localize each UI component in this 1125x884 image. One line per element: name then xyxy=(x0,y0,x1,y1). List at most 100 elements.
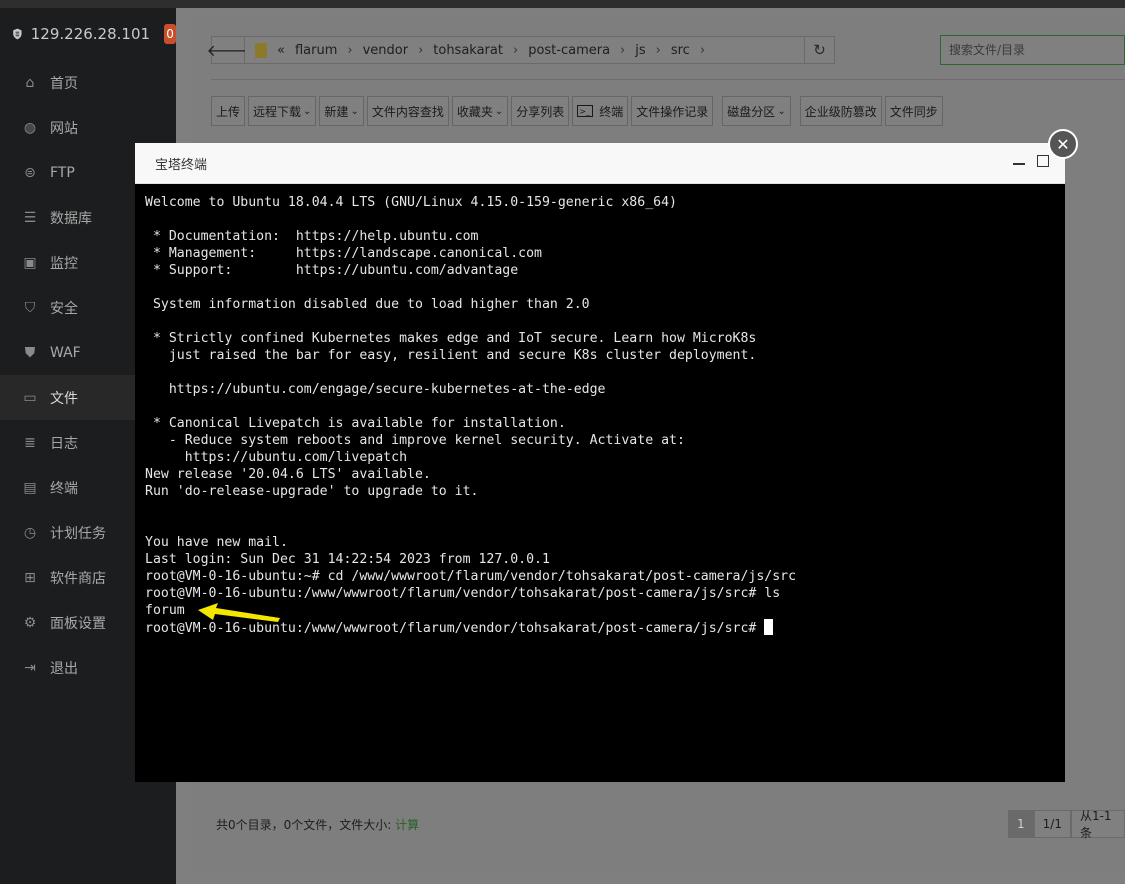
refresh-icon[interactable]: ↻ xyxy=(805,36,835,64)
terminal-line-text: forum xyxy=(145,603,185,618)
pager-item[interactable]: 1/1 xyxy=(1033,810,1071,838)
toolbar-button-7[interactable]: 文件操作记录 xyxy=(631,96,714,126)
sidebar-item-label: 首页 xyxy=(50,75,78,92)
toolbar-button-4[interactable]: 收藏夹 ⌄ xyxy=(451,96,509,126)
chevron-down-icon: ⌄ xyxy=(303,105,312,117)
terminal-icon: ▤ xyxy=(23,479,37,496)
breadcrumb-item[interactable]: tohsakarat xyxy=(433,43,503,58)
home-icon: ⌂ xyxy=(25,74,35,91)
pagination: 1 1/1 从1-1条 xyxy=(1008,809,1125,840)
terminal-line-text: You have new mail. xyxy=(145,535,288,550)
waf-shield-icon: ⛊ xyxy=(24,344,36,361)
gear-icon: ⚙ xyxy=(23,614,37,631)
toolbar-button-label: 上传 xyxy=(216,104,241,119)
terminal-output[interactable]: Welcome to Ubuntu 18.04.4 LTS (GNU/Linux… xyxy=(135,184,1065,782)
terminal-line: * Support: https://ubuntu.com/advantage xyxy=(145,262,1065,279)
maximize-icon[interactable] xyxy=(1037,155,1049,167)
sidebar-header: 129.226.28.101 0 xyxy=(0,8,176,60)
toolbar-button-1[interactable]: 远程下载 ⌄ xyxy=(248,96,317,126)
breadcrumb-items: flarum › vendor › tohsakarat › post-camera › js ›… xyxy=(295,43,715,58)
terminal-line: * Management: https://landscape.canonica… xyxy=(145,245,1065,262)
sidebar-item-label: 安全 xyxy=(50,300,78,317)
file-toolbar: 上传 远程下载 ⌄ 新建 ⌄ 文件内容查找 收藏夹 ⌄ 分享列表 >_ 终端 文件操作记录 磁盘分区 ⌄ 企… xyxy=(211,96,946,126)
sidebar-item-label: WAF xyxy=(50,344,81,361)
folder-icon: ▭ xyxy=(23,389,37,406)
file-summary: 共0个目录，0个文件，文件大小: 计算 xyxy=(216,816,419,833)
close-icon[interactable]: ✕ xyxy=(1048,129,1078,159)
yellow-arrow-icon xyxy=(198,603,280,622)
terminal-line-text: just raised the bar for easy, resilient … xyxy=(145,348,757,363)
toolbar-button-label: 收藏夹 xyxy=(456,104,493,119)
toolbar-button-label: 分享列表 xyxy=(516,104,565,119)
terminal-line: https://ubuntu.com/livepatch xyxy=(145,449,1065,466)
terminal-line-text: System information disabled due to load … xyxy=(145,297,590,312)
chevron-right-icon: › xyxy=(655,42,661,58)
terminal-line: Welcome to Ubuntu 18.04.4 LTS (GNU/Linux… xyxy=(145,194,1065,211)
sidebar-item-label: 软件商店 xyxy=(50,570,106,587)
terminal-line: root@VM-0-16-ubuntu:/www/wwwroot/flarum/… xyxy=(145,619,1065,636)
search-input[interactable]: 搜索文件/目录 xyxy=(940,35,1125,65)
sidebar-item-0[interactable]: ⌂ 首页 xyxy=(0,60,176,105)
toolbar-button-label: 文件操作记录 xyxy=(636,104,709,119)
notification-badge[interactable]: 0 xyxy=(164,24,176,44)
toolbar-button-6[interactable]: >_ 终端 xyxy=(572,96,629,126)
double-chevron-left-icon[interactable]: « xyxy=(277,43,285,58)
terminal-line-text: * Documentation: https://help.ubuntu.com xyxy=(145,229,479,244)
terminal-line: You have new mail. xyxy=(145,534,1065,551)
terminal-line: - Reduce system reboots and improve kern… xyxy=(145,432,1065,449)
toolbar-button-0[interactable]: 上传 xyxy=(211,96,246,126)
terminal-line-text: - Reduce system reboots and improve kern… xyxy=(145,433,685,448)
terminal-line: System information disabled due to load … xyxy=(145,296,1065,313)
terminal-line-text: Last login: Sun Dec 31 14:22:54 2023 fro… xyxy=(145,552,550,567)
terminal-line: Last login: Sun Dec 31 14:22:54 2023 fro… xyxy=(145,551,1065,568)
pager-item[interactable]: 1 xyxy=(1008,810,1034,838)
toolbar-button-10[interactable]: 文件同步 xyxy=(884,96,943,126)
sidebar-item-label: 面板设置 xyxy=(50,615,106,632)
breadcrumb-item[interactable]: src xyxy=(671,43,690,58)
chevron-down-icon: ⌄ xyxy=(494,105,504,117)
terminal-line: * Canonical Livepatch is available for i… xyxy=(145,415,1065,432)
calculate-link[interactable]: 计算 xyxy=(395,818,419,832)
sidebar-item-label: 计划任务 xyxy=(50,525,106,542)
chevron-down-icon: ⌄ xyxy=(350,105,359,117)
chevron-right-icon: › xyxy=(418,42,424,58)
breadcrumb: « flarum › vendor › tohsakarat › post-camera › j… xyxy=(245,36,805,64)
modal-title: 宝塔终端 xyxy=(155,157,208,173)
terminal-modal: 宝塔终端 Welcome to Ubuntu 18.04.4 LTS (GNU/… xyxy=(135,143,1065,782)
breadcrumb-item[interactable]: vendor xyxy=(363,43,408,58)
toolbar-button-3[interactable]: 文件内容查找 xyxy=(366,96,449,126)
sidebar-item-label: FTP xyxy=(50,164,75,181)
terminal-line-text: * Canonical Livepatch is available for i… xyxy=(145,416,566,431)
toolbar-button-2[interactable]: 新建 ⌄ xyxy=(319,96,364,126)
terminal-line-text: * Strictly confined Kubernetes makes edg… xyxy=(145,331,757,346)
chevron-right-icon: › xyxy=(699,42,706,58)
shield-check-icon: ⛉ xyxy=(24,299,36,316)
server-ip: 129.226.28.101 xyxy=(30,25,151,43)
chevron-down-icon: ⌄ xyxy=(777,105,786,117)
back-arrow-icon[interactable]: 🡐 xyxy=(207,36,249,64)
toolbar-button-label: 终端 xyxy=(599,104,624,119)
globe-icon: ◍ xyxy=(23,119,37,136)
terminal-line-text: https://ubuntu.com/livepatch xyxy=(145,450,408,465)
breadcrumb-item[interactable]: flarum xyxy=(295,43,337,58)
sidebar-item-label: 网站 xyxy=(50,120,78,137)
pager-item[interactable]: 从1-1条 xyxy=(1070,809,1125,840)
breadcrumb-item[interactable]: js xyxy=(635,43,645,58)
sidebar-item-label: 终端 xyxy=(50,480,78,497)
terminal-line: * Documentation: https://help.ubuntu.com xyxy=(145,228,1065,245)
chevron-right-icon: › xyxy=(512,42,519,58)
terminal-cursor xyxy=(764,619,774,635)
breadcrumb-item[interactable]: post-camera xyxy=(528,43,610,58)
toolbar-button-8[interactable]: 磁盘分区 ⌄ xyxy=(722,96,791,126)
sidebar-item-label: 日志 xyxy=(50,435,78,452)
terminal-line-text: Run 'do-release-upgrade' to upgrade to i… xyxy=(145,484,479,499)
terminal-icon: >_ xyxy=(577,105,594,117)
toolbar-button-5[interactable]: 分享列表 xyxy=(511,96,570,126)
toolbar-button-label: 远程下载 xyxy=(253,104,302,119)
terminal-line: root@VM-0-16-ubuntu:~# cd /www/wwwroot/f… xyxy=(145,568,1065,585)
logout-icon: ⇥ xyxy=(24,659,36,676)
minimize-icon[interactable] xyxy=(1013,163,1025,165)
toolbar-button-9[interactable]: 企业级防篡改 xyxy=(799,96,882,126)
